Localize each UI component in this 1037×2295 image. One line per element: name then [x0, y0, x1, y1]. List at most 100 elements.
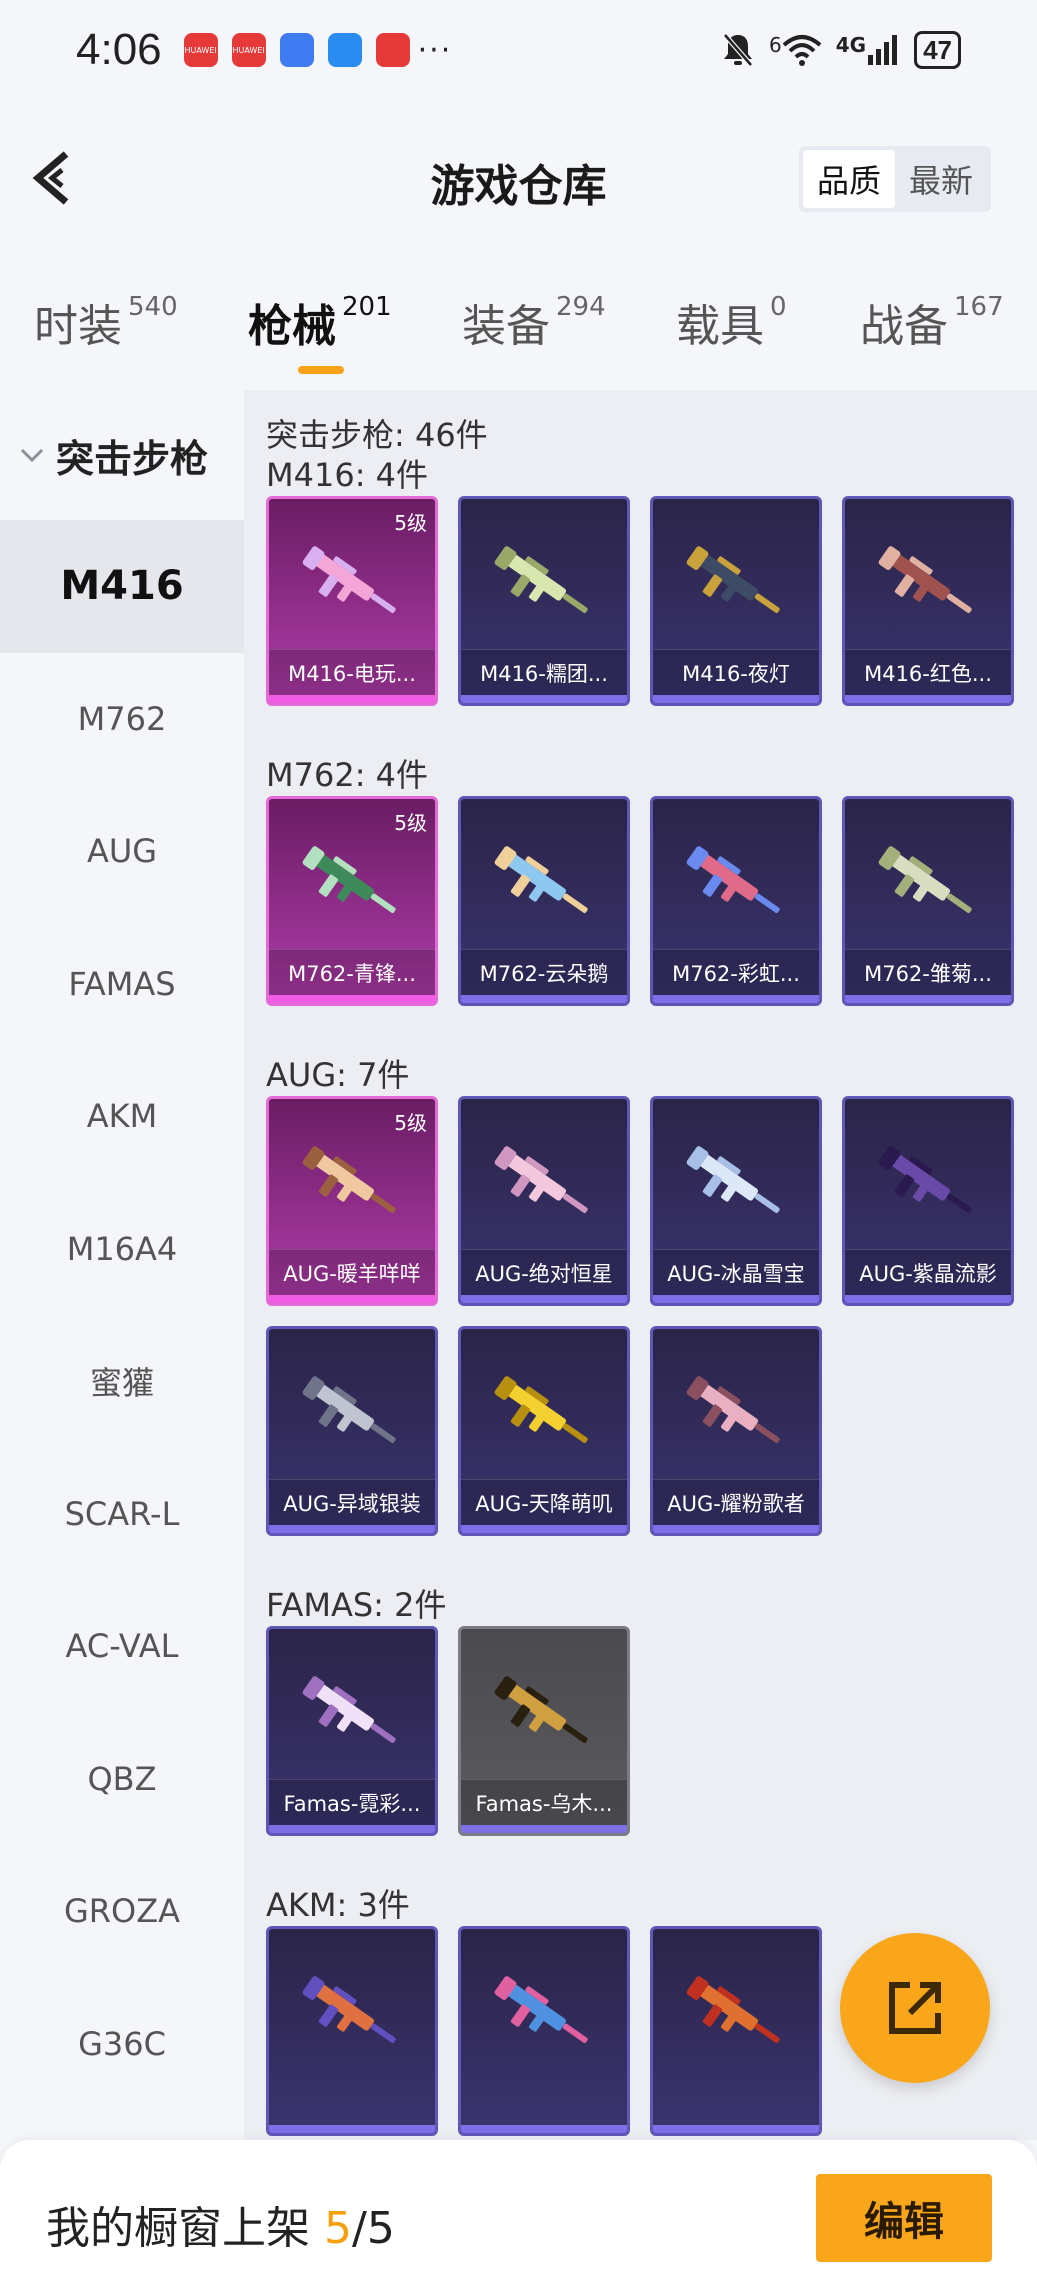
- sidebar-item-蜜獾[interactable]: 蜜獾: [0, 1315, 244, 1448]
- rarity-bar: [461, 995, 627, 1003]
- sidebar-item-m762[interactable]: M762: [0, 653, 244, 786]
- skin-name: AUG-天降萌叽: [461, 1479, 627, 1525]
- huawei-icon: HUAWEI: [231, 33, 266, 67]
- rarity-bar: [269, 1525, 435, 1533]
- tab-label: 装备: [462, 301, 550, 352]
- weapon-skin-card[interactable]: [266, 1926, 438, 2136]
- gun-skin-icon: [302, 546, 396, 613]
- level-badge: 5级: [394, 811, 427, 835]
- tab-label: 战备: [860, 301, 948, 352]
- skin-name: M416-夜灯: [653, 649, 819, 695]
- sidebar-item-ac-val[interactable]: AC-VAL: [0, 1580, 244, 1713]
- tab-count: 0: [770, 292, 787, 322]
- weapon-skin-card[interactable]: AUG-紫晶流影: [842, 1096, 1014, 1306]
- weapon-skin-card[interactable]: [458, 1926, 630, 2136]
- battery-icon: 47: [914, 31, 961, 69]
- rarity-bar: [653, 995, 819, 1003]
- weapon-skin-card[interactable]: 5级 M416-电玩...: [266, 496, 438, 706]
- sidebar-item-aug[interactable]: AUG: [0, 785, 244, 918]
- gun-skin-icon: [686, 1146, 780, 1213]
- weapon-skin-card[interactable]: M416-红色...: [842, 496, 1014, 706]
- wifi-icon: 6: [769, 33, 822, 67]
- gun-skin-icon: [494, 1376, 588, 1443]
- wifi-standard: 6: [769, 33, 782, 57]
- weapon-skin-card[interactable]: AUG-天降萌叽: [458, 1326, 630, 1536]
- gun-skin-icon: [878, 546, 972, 613]
- sidebar-item-m16a4[interactable]: M16A4: [0, 1183, 244, 1316]
- rarity-bar: [845, 995, 1011, 1003]
- sidebar-group-assault-rifles[interactable]: 突击步枪: [0, 390, 244, 520]
- notification-icons: HUAWEI HUAWEI: [183, 33, 410, 67]
- weapon-skin-card[interactable]: M416-糯团...: [458, 496, 630, 706]
- rarity-bar: [461, 2125, 627, 2133]
- weapon-skin-card[interactable]: M762-彩虹...: [650, 796, 822, 1006]
- weapon-skin-card[interactable]: Famas-霓彩...: [266, 1626, 438, 1836]
- sidebar-item-m416[interactable]: M416: [0, 520, 244, 653]
- weapon-skin-card[interactable]: AUG-绝对恒星: [458, 1096, 630, 1306]
- weapon-skin-card[interactable]: Famas-乌木...: [458, 1626, 630, 1836]
- header: 游戏仓库 品质 最新: [0, 120, 1037, 236]
- status-bar: 4:06 HUAWEI HUAWEI ··· 6 4G 47: [0, 0, 1037, 100]
- gun-skin-icon: [686, 1976, 780, 2043]
- group-title: M762: 4件: [266, 756, 429, 794]
- skin-name: M416-红色...: [845, 649, 1011, 695]
- weapon-skin-card[interactable]: 5级 M762-青锋...: [266, 796, 438, 1006]
- skin-name: Famas-乌木...: [461, 1779, 627, 1825]
- weapon-skin-card[interactable]: AUG-耀粉歌者: [650, 1326, 822, 1536]
- rarity-bar: [461, 695, 627, 703]
- category-tabs: 时装 540 枪械 201 装备 294 载具 0 战备 167: [0, 280, 1037, 380]
- share-icon: [889, 1982, 941, 2034]
- weapon-skin-card[interactable]: M762-雏菊...: [842, 796, 1014, 1006]
- gun-skin-icon: [494, 1146, 588, 1213]
- network-type: 4G: [835, 33, 867, 57]
- tab-count: 167: [954, 292, 1004, 322]
- gun-skin-icon: [878, 846, 972, 913]
- share-button[interactable]: [840, 1933, 990, 2083]
- rarity-bar: [653, 695, 819, 703]
- tab-label: 时装: [34, 301, 122, 352]
- weapon-skin-card[interactable]: AUG-异域银装: [266, 1326, 438, 1536]
- skin-name: AUG-紫晶流影: [845, 1249, 1011, 1295]
- skin-name: AUG-暖羊咩咩: [269, 1249, 435, 1295]
- gun-skin-icon: [686, 846, 780, 913]
- rarity-bar: [461, 1525, 627, 1533]
- sort-option-quality[interactable]: 品质: [802, 150, 895, 208]
- weapon-skin-card[interactable]: M416-夜灯: [650, 496, 822, 706]
- notification-label: HUAWEI: [232, 45, 265, 55]
- level-badge: 5级: [394, 1111, 427, 1135]
- skin-name: M762-云朵鹅: [461, 949, 627, 995]
- weapon-skin-card[interactable]: 5级 AUG-暖羊咩咩: [266, 1096, 438, 1306]
- tab-vehicles[interactable]: 载具 0: [676, 290, 787, 354]
- sidebar-items: M416 M762 AUG FAMAS AKM M16A4 蜜獾 SCAR-L AC-VAL QB…: [0, 520, 244, 2110]
- skin-name: M762-青锋...: [269, 949, 435, 995]
- edit-button[interactable]: 编辑: [816, 2174, 992, 2262]
- sidebar-item-g36c[interactable]: G36C: [0, 1978, 244, 2111]
- showcase-text: 我的橱窗上架: [46, 2203, 324, 2254]
- gun-skin-icon: [302, 846, 396, 913]
- rarity-bar: [269, 1295, 435, 1303]
- tab-label: 载具: [676, 301, 764, 352]
- weapon-skin-card[interactable]: [650, 1926, 822, 2136]
- sort-option-newest[interactable]: 最新: [895, 150, 987, 208]
- tab-active-indicator: [298, 366, 344, 374]
- sidebar-item-qbz[interactable]: QBZ: [0, 1713, 244, 1846]
- tab-guns[interactable]: 枪械 201: [248, 290, 392, 374]
- more-notifications-icon: ···: [417, 32, 453, 68]
- tab-equipment[interactable]: 装备 294: [462, 290, 606, 354]
- tab-supplies[interactable]: 战备 167: [860, 290, 1004, 354]
- huawei-icon: HUAWEI: [183, 33, 218, 67]
- sort-toggle: 品质 最新: [798, 146, 991, 212]
- sidebar-item-scar-l[interactable]: SCAR-L: [0, 1448, 244, 1581]
- sidebar-item-groza[interactable]: GROZA: [0, 1845, 244, 1978]
- gun-skin-icon: [494, 546, 588, 613]
- showcase-label: 我的橱窗上架 5/5: [46, 2192, 395, 2256]
- tab-fashion[interactable]: 时装 540: [34, 290, 178, 354]
- gun-skin-icon: [494, 1976, 588, 2043]
- weapon-skin-card[interactable]: M762-云朵鹅: [458, 796, 630, 1006]
- gun-skin-icon: [494, 1676, 588, 1743]
- sidebar-item-akm[interactable]: AKM: [0, 1050, 244, 1183]
- skin-name: M762-雏菊...: [845, 949, 1011, 995]
- sidebar-item-famas[interactable]: FAMAS: [0, 918, 244, 1051]
- weather-icon: [327, 33, 362, 67]
- weapon-skin-card[interactable]: AUG-冰晶雪宝: [650, 1096, 822, 1306]
